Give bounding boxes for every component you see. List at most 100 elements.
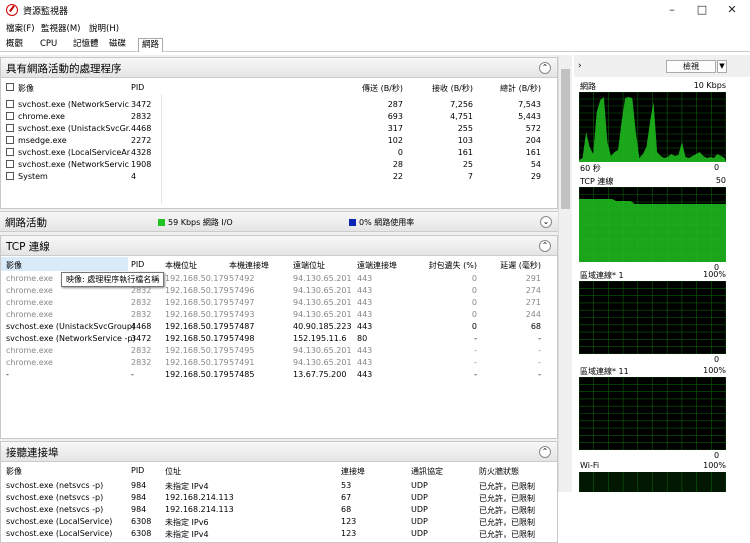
table-row[interactable]: svchost.exe (LocalService) 6308 未指定 IPv4… bbox=[1, 528, 557, 540]
collapse-icon[interactable]: ⌃ bbox=[539, 446, 551, 458]
col-packet-loss[interactable]: 封包遺失 (%) bbox=[421, 260, 477, 271]
row-checkbox[interactable] bbox=[6, 100, 14, 108]
tab-overview[interactable]: 概觀 bbox=[3, 38, 26, 52]
expand-icon[interactable]: ⌄ bbox=[540, 216, 552, 228]
table-row[interactable]: msedge.exe 2272 102 103 204 bbox=[1, 135, 557, 147]
tab-network[interactable]: 網路 bbox=[138, 38, 164, 52]
table-row[interactable]: svchost.exe (UnistackSvcGr... 4468 317 2… bbox=[1, 123, 557, 135]
network-activity-header[interactable]: 網路活動 59 Kbps 網路 I/O 0% 網路使用率 ⌄ bbox=[0, 211, 558, 232]
menu-help[interactable]: 說明(H) bbox=[89, 22, 119, 34]
processes-panel-header[interactable]: 具有網路活動的處理程序 ⌃ bbox=[1, 58, 557, 78]
col-pid[interactable]: PID bbox=[131, 260, 144, 269]
row-checkbox[interactable] bbox=[6, 160, 14, 168]
row-checkbox[interactable] bbox=[6, 112, 14, 120]
table-row[interactable]: chrome.exe 2832 192.168.50.179 57493 94.… bbox=[1, 309, 557, 321]
close-button[interactable]: ✕ bbox=[717, 0, 747, 20]
chevron-right-icon[interactable]: › bbox=[578, 61, 582, 71]
cell-total: 5,443 bbox=[518, 112, 541, 121]
col-image[interactable]: 影像 bbox=[18, 83, 34, 94]
cell-send: 0 bbox=[397, 148, 403, 157]
cell-packet-loss: 0 bbox=[471, 322, 477, 331]
cell-pid: 2832 bbox=[131, 286, 152, 295]
tab-cpu[interactable]: CPU bbox=[37, 38, 60, 52]
col-pid[interactable]: PID bbox=[131, 466, 144, 475]
view-dropdown-icon[interactable]: ▼ bbox=[717, 60, 727, 73]
col-latency[interactable]: 延遲 (毫秒) bbox=[485, 260, 541, 271]
table-row[interactable]: chrome.exe 2832 192.168.50.179 57497 94.… bbox=[1, 297, 557, 309]
col-image[interactable]: 影像 bbox=[6, 466, 22, 477]
col-local-address[interactable]: 本機位址 bbox=[165, 260, 197, 271]
maximize-button[interactable]: □ bbox=[687, 0, 717, 20]
cell-pid: 6308 bbox=[131, 517, 152, 526]
row-checkbox[interactable] bbox=[6, 136, 14, 144]
view-button[interactable]: 檢視 bbox=[666, 60, 716, 73]
table-row[interactable]: svchost.exe (netsvcs -p) 984 未指定 IPv4 53… bbox=[1, 480, 557, 492]
cell-remote-address: 94.130.65.201 bbox=[293, 346, 352, 355]
col-total[interactable]: 總計 (B/秒) bbox=[479, 83, 541, 94]
table-row[interactable]: svchost.exe (UnistackSvcGroup) 4468 192.… bbox=[1, 321, 557, 333]
table-row[interactable]: - - 192.168.50.179 57485 13.67.75.200 44… bbox=[1, 369, 557, 381]
table-row[interactable]: chrome.exe 2832 192.168.50.179 57491 94.… bbox=[1, 357, 557, 369]
col-firewall-status[interactable]: 防火牆狀態 bbox=[479, 466, 519, 477]
row-checkbox[interactable] bbox=[6, 148, 14, 156]
cell-receive: 4,751 bbox=[450, 112, 473, 121]
select-all-checkbox[interactable] bbox=[6, 83, 14, 91]
graph-title: Wi-Fi bbox=[580, 461, 600, 470]
listening-ports-panel: 接聽連接埠 ⌃ 影像 PID 位址 連接埠 通訊協定 防火牆狀態 svchost… bbox=[0, 441, 558, 543]
cell-pid: 1908 bbox=[131, 160, 152, 169]
collapse-icon[interactable]: ⌃ bbox=[539, 240, 551, 252]
table-row[interactable]: svchost.exe (netsvcs -p) 984 192.168.214… bbox=[1, 504, 557, 516]
col-address[interactable]: 位址 bbox=[165, 466, 181, 477]
row-checkbox[interactable] bbox=[6, 124, 14, 132]
table-row[interactable]: System 4 22 7 29 bbox=[1, 171, 557, 183]
cell-receive: 7 bbox=[467, 172, 473, 181]
panel-title: 接聽連接埠 bbox=[6, 447, 59, 459]
listening-ports-header[interactable]: 接聽連接埠 ⌃ bbox=[1, 442, 557, 462]
cell-image: chrome.exe bbox=[6, 274, 53, 283]
cell-pid: 4 bbox=[131, 172, 137, 181]
scrollbar-thumb[interactable] bbox=[561, 69, 570, 209]
green-square-icon bbox=[158, 219, 165, 226]
menu-file[interactable]: 檔案(F) bbox=[6, 22, 35, 34]
col-remote-address[interactable]: 遠端位址 bbox=[293, 260, 325, 271]
cell-local-address: 192.168.50.179 bbox=[165, 286, 229, 295]
col-pid[interactable]: PID bbox=[131, 83, 144, 92]
cell-send: 22 bbox=[392, 172, 403, 181]
tab-memory[interactable]: 記憶體 bbox=[70, 38, 102, 52]
cell-packet-loss: - bbox=[474, 334, 477, 343]
network-io-legend: 59 Kbps 網路 I/O bbox=[158, 217, 233, 228]
left-pane-scrollbar[interactable] bbox=[558, 55, 572, 492]
tcp-panel-header[interactable]: TCP 連線 ⌃ bbox=[1, 236, 557, 256]
col-local-port[interactable]: 本機連接埠 bbox=[229, 260, 269, 271]
cell-port: 68 bbox=[341, 505, 352, 514]
row-checkbox[interactable] bbox=[6, 172, 14, 180]
table-row[interactable]: svchost.exe (LocalServiceAn... 4328 0 16… bbox=[1, 147, 557, 159]
resource-monitor-icon bbox=[6, 4, 18, 16]
table-row[interactable]: svchost.exe (NetworkService -p) 3472 192… bbox=[1, 333, 557, 345]
table-row[interactable]: chrome.exe 2832 192.168.50.179 57495 94.… bbox=[1, 345, 557, 357]
cell-image: svchost.exe (UnistackSvcGroup) bbox=[6, 322, 136, 331]
table-row[interactable]: chrome.exe 2832 693 4,751 5,443 bbox=[1, 111, 557, 123]
col-image[interactable]: 影像 bbox=[6, 260, 22, 271]
table-row[interactable]: svchost.exe (LocalService) 6308 未指定 IPv6… bbox=[1, 516, 557, 528]
cell-latency: 68 bbox=[530, 322, 541, 331]
cell-total: 204 bbox=[525, 136, 541, 145]
col-protocol[interactable]: 通訊協定 bbox=[411, 466, 443, 477]
cell-remote-port: 443 bbox=[357, 298, 373, 307]
table-row[interactable]: svchost.exe (NetworkServic... 3472 287 7… bbox=[1, 99, 557, 111]
col-send[interactable]: 傳送 (B/秒) bbox=[341, 83, 403, 94]
collapse-icon[interactable]: ⌃ bbox=[539, 62, 551, 74]
cell-image: svchost.exe (NetworkService -p) bbox=[6, 334, 136, 343]
cell-port: 53 bbox=[341, 481, 352, 490]
menu-monitor[interactable]: 監視器(M) bbox=[41, 22, 80, 34]
tab-disk[interactable]: 磁碟 bbox=[106, 38, 129, 52]
col-receive[interactable]: 接收 (B/秒) bbox=[411, 83, 473, 94]
graph-max: 10 Kbps bbox=[693, 81, 726, 90]
col-remote-port[interactable]: 遠端連接埠 bbox=[357, 260, 397, 271]
col-port[interactable]: 連接埠 bbox=[341, 466, 365, 477]
graph-min: 0 bbox=[714, 163, 720, 172]
minimize-button[interactable]: – bbox=[657, 0, 687, 20]
table-row[interactable]: svchost.exe (netsvcs -p) 984 192.168.214… bbox=[1, 492, 557, 504]
table-row[interactable]: svchost.exe (NetworkServic... 1908 28 25… bbox=[1, 159, 557, 171]
panel-title: 具有網路活動的處理程序 bbox=[6, 63, 122, 75]
